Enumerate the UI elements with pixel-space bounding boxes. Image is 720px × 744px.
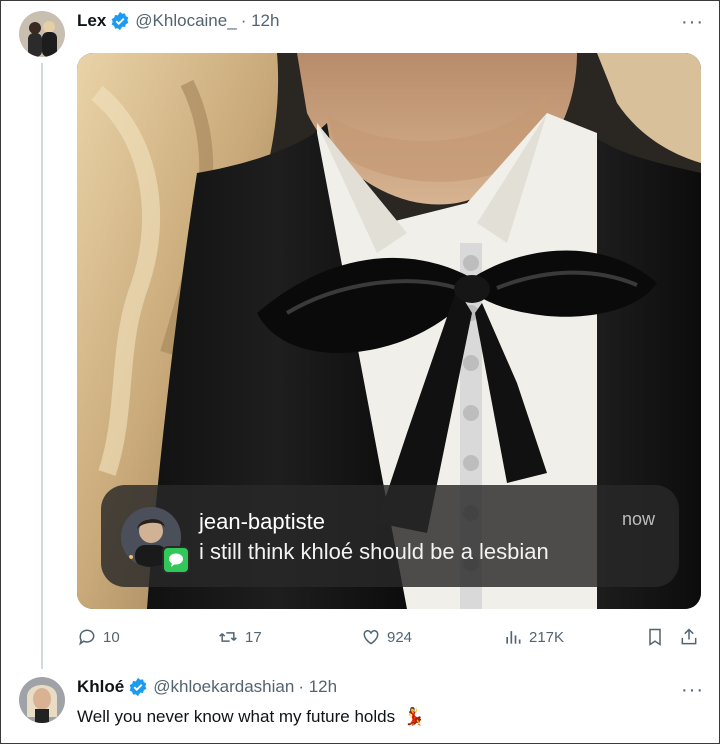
notification-time: now [621, 509, 655, 529]
retweet-count: 17 [245, 628, 262, 646]
reply-more-options-icon[interactable]: ··· [681, 680, 704, 700]
bookmark-button[interactable] [645, 625, 671, 649]
notification-message: i still think khloé should be a lesbian [199, 539, 549, 564]
tweet-actions: 10 17 924 217K [77, 625, 701, 649]
views-chart-icon [506, 631, 521, 644]
reply-time[interactable]: · 12h [298, 677, 337, 697]
user-handle[interactable]: @Khlocaine_ [135, 11, 236, 31]
tweet-time[interactable]: · 12h [241, 11, 280, 31]
like-button[interactable]: 924 [361, 625, 412, 649]
share-icon [681, 628, 697, 645]
dancer-emoji: 💃 [403, 707, 426, 726]
verified-badge-icon [111, 11, 129, 31]
share-button[interactable] [679, 625, 705, 649]
retweet-button[interactable]: 17 [217, 625, 262, 649]
thread-line [41, 63, 43, 669]
reply-icon [79, 629, 95, 646]
retweet-icon [219, 632, 237, 642]
reply-count: 10 [103, 628, 120, 646]
reply-text: Well you never know what my future holds [77, 707, 396, 726]
tweet-header: Lex @Khlocaine_ · 12h [77, 11, 279, 31]
views-button[interactable]: 217K [503, 625, 564, 649]
more-options-icon[interactable]: ··· [681, 12, 704, 32]
user-avatar-lex[interactable] [19, 11, 65, 57]
notification-sender: jean-baptiste [199, 509, 325, 534]
messages-app-icon [162, 546, 190, 574]
tweet-thread: Lex @Khlocaine_ · 12h ··· jean-baptiste … [0, 0, 720, 744]
view-count: 217K [529, 628, 565, 646]
reply-body: Well you never know what my future holds… [77, 707, 425, 727]
user-avatar-khloe[interactable] [19, 677, 65, 723]
reply-button[interactable]: 10 [77, 625, 120, 649]
heart-icon [363, 629, 379, 645]
reply-handle[interactable]: @khloekardashian [153, 677, 294, 697]
bookmark-icon [649, 628, 661, 646]
reply-header: Khloé @khloekardashian · 12h [77, 677, 337, 697]
verified-badge-icon [129, 677, 147, 697]
like-count: 924 [387, 628, 413, 646]
reply-display-name[interactable]: Khloé [77, 677, 124, 697]
display-name[interactable]: Lex [77, 11, 106, 31]
imessage-notification[interactable]: jean-baptiste i still think khloé should… [101, 485, 679, 587]
